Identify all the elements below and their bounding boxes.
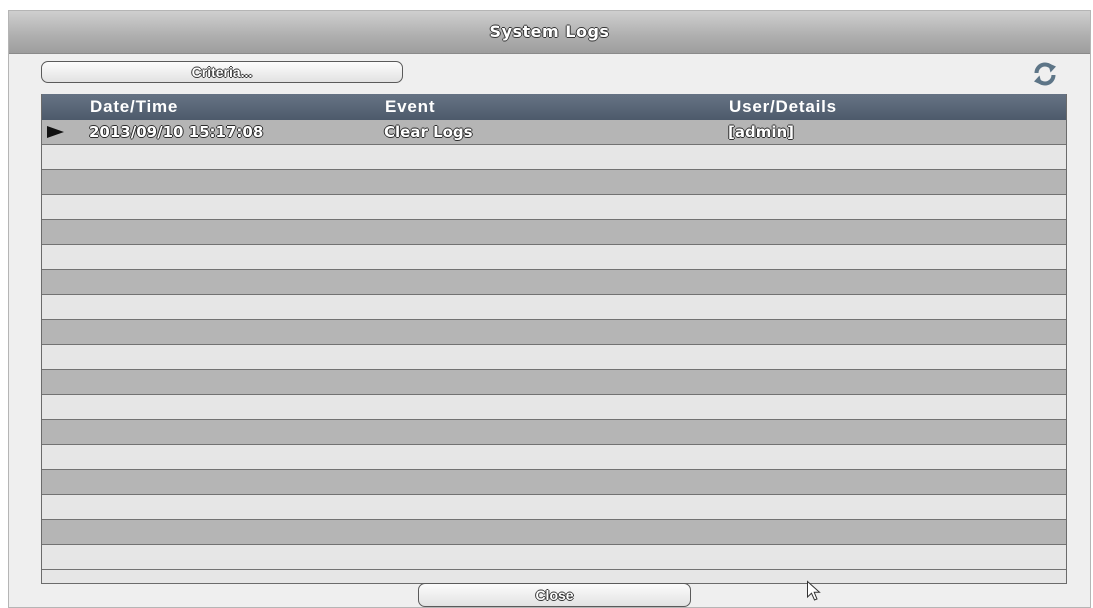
mouse-pointer-icon (807, 580, 821, 601)
dialog-title: System Logs (489, 22, 610, 41)
cell-event: Clear Logs (384, 123, 473, 141)
system-logs-dialog: System Logs Criteria... Date/Time Event … (8, 10, 1091, 608)
table-row[interactable] (42, 445, 1066, 470)
table-row[interactable] (42, 470, 1066, 495)
cell-user-details: [admin] (728, 123, 795, 141)
criteria-button[interactable]: Criteria... (41, 61, 403, 83)
table-body: 2013/09/10 15:17:08 Clear Logs [admin] (42, 120, 1066, 570)
table-row[interactable] (42, 320, 1066, 345)
table-row[interactable] (42, 270, 1066, 295)
table-row[interactable]: 2013/09/10 15:17:08 Clear Logs [admin] (42, 120, 1066, 145)
column-header-event[interactable]: Event (385, 94, 435, 120)
system-log-table: Date/Time Event User/Details 2013/09/10 … (41, 94, 1067, 584)
cell-date-time: 2013/09/10 15:17:08 (89, 123, 264, 141)
table-row[interactable] (42, 195, 1066, 220)
table-row[interactable] (42, 145, 1066, 170)
table-header: Date/Time Event User/Details (42, 94, 1066, 120)
selected-row-arrow-icon (47, 126, 64, 138)
table-row[interactable] (42, 170, 1066, 195)
table-row[interactable] (42, 520, 1066, 545)
close-button[interactable]: Close (418, 583, 691, 607)
table-row[interactable] (42, 345, 1066, 370)
title-bar: System Logs (9, 11, 1090, 54)
table-row[interactable] (42, 420, 1066, 445)
refresh-icon (1034, 62, 1056, 86)
table-row[interactable] (42, 495, 1066, 520)
table-row[interactable] (42, 220, 1066, 245)
table-row[interactable] (42, 395, 1066, 420)
table-row[interactable] (42, 545, 1066, 570)
column-header-user-details[interactable]: User/Details (729, 94, 837, 120)
table-row[interactable] (42, 295, 1066, 320)
table-row[interactable] (42, 245, 1066, 270)
table-row[interactable] (42, 370, 1066, 395)
column-header-date-time[interactable]: Date/Time (90, 94, 178, 120)
refresh-button[interactable] (1032, 61, 1058, 87)
